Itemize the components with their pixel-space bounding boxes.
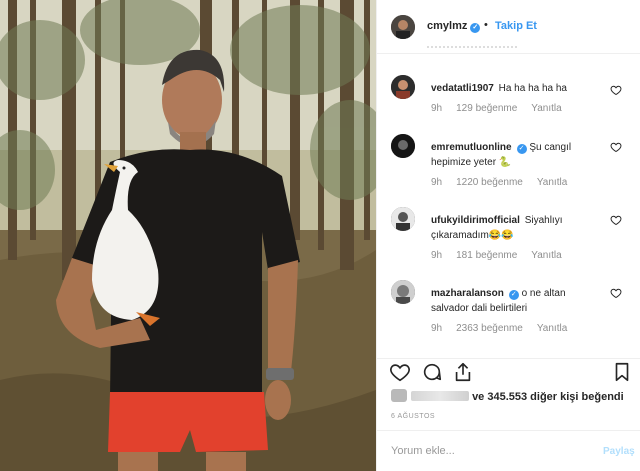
commenter-username[interactable]: ufukyildirimofficial (431, 215, 520, 226)
comment-likes[interactable]: 129 beğenme (456, 103, 517, 114)
comment-likes[interactable]: 2363 beğenme (456, 323, 523, 334)
verified-badge-icon: ✓ (470, 23, 481, 33)
verified-badge-icon: ✓ (508, 290, 519, 300)
comment-likes[interactable]: 1220 beğenme (456, 177, 523, 188)
comment-item: ufukyildirimofficial Siyahlıyı çıkaramad… (377, 207, 640, 267)
separator-dot: • (484, 19, 488, 31)
comment-item: vedatatli1907 Ha ha ha ha ha 9h 129 beğen… (377, 75, 640, 125)
comment-time: 9h (431, 177, 443, 188)
bookmark-icon[interactable] (611, 361, 633, 383)
post-actions (377, 358, 640, 388)
likes-count[interactable]: ve 345.553 diğer kişi beğendi (472, 391, 624, 403)
photo-illustration (0, 0, 376, 471)
reply-button[interactable]: Yanıtla (531, 250, 561, 261)
comment-item: mazharalanson ✓ o ne altan salvador dali … (377, 280, 640, 340)
follow-button[interactable]: Takip Et (495, 20, 537, 32)
comment-like-icon[interactable] (610, 287, 622, 299)
comment-like-icon[interactable] (610, 141, 622, 153)
comment-time: 9h (431, 250, 443, 261)
comment-text: emremutluonline ✓ Şu cangıl hepimize yete… (431, 140, 606, 170)
reply-button[interactable]: Yanıtla (537, 177, 567, 188)
comment-meta: 9h 1220 beğenme Yanıtla (431, 177, 581, 188)
verified-badge-icon: ✓ (516, 144, 527, 154)
commenter-avatar[interactable] (391, 207, 415, 231)
likes-summary[interactable]: ve 345.553 diğer kişi beğendi (391, 389, 624, 405)
comment-meta: 9h 129 beğenme Yanıtla (431, 103, 576, 114)
comment-like-icon[interactable] (610, 84, 622, 96)
blurred-username (411, 391, 469, 401)
comment-item: emremutluonline ✓ Şu cangıl hepimize yete… (377, 134, 640, 194)
comment-body: Ha ha ha ha ha (498, 83, 567, 94)
author-avatar[interactable] (391, 15, 415, 39)
comment-text: vedatatli1907 Ha ha ha ha ha (431, 81, 606, 96)
comment-text: mazharalanson ✓ o ne altan salvador dali … (431, 286, 606, 316)
author-username[interactable]: cmylmz ✓ (427, 20, 481, 33)
comment-time: 9h (431, 103, 443, 114)
add-comment-bar: Paylaş (377, 430, 640, 471)
post-side-panel: cmylmz ✓ • Takip Et vedatatli1907 Ha ha h… (376, 0, 640, 471)
blurred-avatar (391, 389, 407, 402)
commenter-username[interactable]: emremutluonline (431, 142, 512, 153)
comment-input[interactable] (391, 443, 581, 459)
comment-like-icon[interactable] (610, 214, 622, 226)
reply-button[interactable]: Yanıtla (537, 323, 567, 334)
comment-meta: 9h 181 beğenme Yanıtla (431, 250, 576, 261)
comment-text: ufukyildirimofficial Siyahlıyı çıkaramad… (431, 213, 606, 243)
commenter-avatar[interactable] (391, 75, 415, 99)
comment-time: 9h (431, 323, 443, 334)
comment-likes[interactable]: 181 beğenme (456, 250, 517, 261)
post-header: cmylmz ✓ • Takip Et (377, 0, 640, 54)
commenter-username[interactable]: mazharalanson (431, 288, 504, 299)
commenter-avatar[interactable] (391, 134, 415, 158)
comment-meta: 9h 2363 beğenme Yanıtla (431, 323, 581, 334)
comment-icon[interactable] (421, 361, 443, 383)
heart-icon[interactable] (389, 361, 411, 383)
loading-indicator (427, 46, 517, 49)
post-comment-button[interactable]: Paylaş (603, 446, 635, 457)
reply-button[interactable]: Yanıtla (531, 103, 561, 114)
commenter-avatar[interactable] (391, 280, 415, 304)
post-photo[interactable] (0, 0, 376, 471)
post-date: 6 AĞUSTOS (391, 413, 436, 420)
commenter-username[interactable]: vedatatli1907 (431, 83, 494, 94)
share-icon[interactable] (452, 361, 474, 383)
